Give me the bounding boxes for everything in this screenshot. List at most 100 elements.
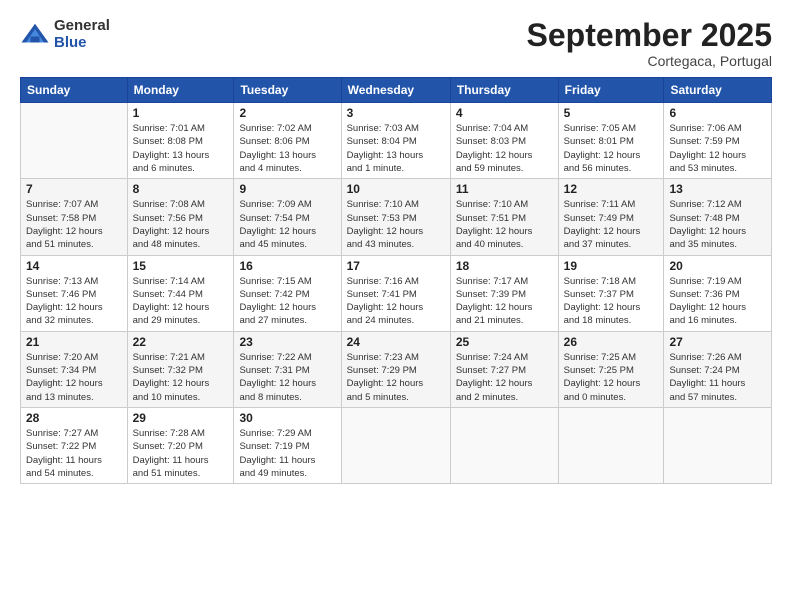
table-row: 22 Sunrise: 7:21 AMSunset: 7:32 PMDayligh… xyxy=(127,331,234,407)
table-row xyxy=(450,407,558,483)
table-row: 12 Sunrise: 7:11 AMSunset: 7:49 PMDayligh… xyxy=(558,179,664,255)
day-info: Sunrise: 7:02 AMSunset: 8:06 PMDaylight:… xyxy=(239,122,335,175)
day-number: 12 xyxy=(564,182,659,196)
day-number: 21 xyxy=(26,335,122,349)
day-info: Sunrise: 7:15 AMSunset: 7:42 PMDaylight:… xyxy=(239,275,335,328)
day-number: 3 xyxy=(347,106,445,120)
logo-icon xyxy=(20,20,50,50)
table-row: 8 Sunrise: 7:08 AMSunset: 7:56 PMDaylight… xyxy=(127,179,234,255)
day-info: Sunrise: 7:10 AMSunset: 7:51 PMDaylight:… xyxy=(456,198,553,251)
col-sunday: Sunday xyxy=(21,78,128,103)
day-info: Sunrise: 7:29 AMSunset: 7:19 PMDaylight:… xyxy=(239,427,335,480)
col-saturday: Saturday xyxy=(664,78,772,103)
table-row: 6 Sunrise: 7:06 AMSunset: 7:59 PMDaylight… xyxy=(664,103,772,179)
logo: General Blue xyxy=(20,18,110,51)
day-number: 8 xyxy=(133,182,229,196)
subtitle: Cortegaca, Portugal xyxy=(527,53,772,69)
day-number: 7 xyxy=(26,182,122,196)
col-monday: Monday xyxy=(127,78,234,103)
day-info: Sunrise: 7:26 AMSunset: 7:24 PMDaylight:… xyxy=(669,351,766,404)
calendar-week-row: 14Sunrise: 7:13 AMSunset: 7:46 PMDayligh… xyxy=(21,255,772,331)
month-title: September 2025 xyxy=(527,18,772,53)
table-row: 27 Sunrise: 7:26 AMSunset: 7:24 PMDayligh… xyxy=(664,331,772,407)
day-number: 29 xyxy=(133,411,229,425)
day-number: 14 xyxy=(26,259,122,273)
day-info: Sunrise: 7:23 AMSunset: 7:29 PMDaylight:… xyxy=(347,351,445,404)
table-row: 10Sunrise: 7:10 AMSunset: 7:53 PMDayligh… xyxy=(341,179,450,255)
day-info: Sunrise: 7:09 AMSunset: 7:54 PMDaylight:… xyxy=(239,198,335,251)
day-info: Sunrise: 7:17 AMSunset: 7:39 PMDaylight:… xyxy=(456,275,553,328)
day-info: Sunrise: 7:27 AMSunset: 7:22 PMDaylight:… xyxy=(26,427,122,480)
table-row: 26Sunrise: 7:25 AMSunset: 7:25 PMDayligh… xyxy=(558,331,664,407)
table-row: 15Sunrise: 7:14 AMSunset: 7:44 PMDayligh… xyxy=(127,255,234,331)
table-row: 1Sunrise: 7:01 AMSunset: 8:08 PMDaylight… xyxy=(127,103,234,179)
day-info: Sunrise: 7:19 AMSunset: 7:36 PMDaylight:… xyxy=(669,275,766,328)
day-info: Sunrise: 7:25 AMSunset: 7:25 PMDaylight:… xyxy=(564,351,659,404)
day-number: 22 xyxy=(133,335,229,349)
day-number: 18 xyxy=(456,259,553,273)
table-row: 25 Sunrise: 7:24 AMSunset: 7:27 PMDayligh… xyxy=(450,331,558,407)
table-row: 14Sunrise: 7:13 AMSunset: 7:46 PMDayligh… xyxy=(21,255,128,331)
day-info: Sunrise: 7:05 AMSunset: 8:01 PMDaylight:… xyxy=(564,122,659,175)
day-number: 6 xyxy=(669,106,766,120)
day-info: Sunrise: 7:16 AMSunset: 7:41 PMDaylight:… xyxy=(347,275,445,328)
calendar-week-row: 21 Sunrise: 7:20 AMSunset: 7:34 PMDayligh… xyxy=(21,331,772,407)
table-row: 29 Sunrise: 7:28 AMSunset: 7:20 PMDayligh… xyxy=(127,407,234,483)
day-number: 19 xyxy=(564,259,659,273)
col-tuesday: Tuesday xyxy=(234,78,341,103)
day-info: Sunrise: 7:03 AMSunset: 8:04 PMDaylight:… xyxy=(347,122,445,175)
col-friday: Friday xyxy=(558,78,664,103)
day-info: Sunrise: 7:24 AMSunset: 7:27 PMDaylight:… xyxy=(456,351,553,404)
table-row: 5 Sunrise: 7:05 AMSunset: 8:01 PMDaylight… xyxy=(558,103,664,179)
day-info: Sunrise: 7:28 AMSunset: 7:20 PMDaylight:… xyxy=(133,427,229,480)
col-thursday: Thursday xyxy=(450,78,558,103)
table-row: 13Sunrise: 7:12 AMSunset: 7:48 PMDayligh… xyxy=(664,179,772,255)
table-row: 9 Sunrise: 7:09 AMSunset: 7:54 PMDaylight… xyxy=(234,179,341,255)
logo-text: General Blue xyxy=(54,18,110,51)
day-info: Sunrise: 7:21 AMSunset: 7:32 PMDaylight:… xyxy=(133,351,229,404)
day-number: 20 xyxy=(669,259,766,273)
table-row: 18 Sunrise: 7:17 AMSunset: 7:39 PMDayligh… xyxy=(450,255,558,331)
day-info: Sunrise: 7:07 AMSunset: 7:58 PMDaylight:… xyxy=(26,198,122,251)
page: General Blue September 2025 Cortegaca, P… xyxy=(0,0,792,612)
day-number: 11 xyxy=(456,182,553,196)
day-number: 25 xyxy=(456,335,553,349)
day-number: 13 xyxy=(669,182,766,196)
table-row: 23Sunrise: 7:22 AMSunset: 7:31 PMDayligh… xyxy=(234,331,341,407)
day-number: 24 xyxy=(347,335,445,349)
day-number: 15 xyxy=(133,259,229,273)
table-row: 4 Sunrise: 7:04 AMSunset: 8:03 PMDaylight… xyxy=(450,103,558,179)
table-row: 11 Sunrise: 7:10 AMSunset: 7:51 PMDayligh… xyxy=(450,179,558,255)
day-info: Sunrise: 7:06 AMSunset: 7:59 PMDaylight:… xyxy=(669,122,766,175)
day-info: Sunrise: 7:01 AMSunset: 8:08 PMDaylight:… xyxy=(133,122,229,175)
day-number: 16 xyxy=(239,259,335,273)
table-row: 17 Sunrise: 7:16 AMSunset: 7:41 PMDayligh… xyxy=(341,255,450,331)
table-row xyxy=(664,407,772,483)
day-info: Sunrise: 7:11 AMSunset: 7:49 PMDaylight:… xyxy=(564,198,659,251)
day-info: Sunrise: 7:04 AMSunset: 8:03 PMDaylight:… xyxy=(456,122,553,175)
day-info: Sunrise: 7:08 AMSunset: 7:56 PMDaylight:… xyxy=(133,198,229,251)
day-number: 10 xyxy=(347,182,445,196)
calendar-header-row: Sunday Monday Tuesday Wednesday Thursday… xyxy=(21,78,772,103)
calendar-week-row: 28 Sunrise: 7:27 AMSunset: 7:22 PMDayligh… xyxy=(21,407,772,483)
day-info: Sunrise: 7:22 AMSunset: 7:31 PMDaylight:… xyxy=(239,351,335,404)
day-number: 27 xyxy=(669,335,766,349)
table-row: 16 Sunrise: 7:15 AMSunset: 7:42 PMDayligh… xyxy=(234,255,341,331)
day-number: 5 xyxy=(564,106,659,120)
table-row xyxy=(341,407,450,483)
table-row: 19Sunrise: 7:18 AMSunset: 7:37 PMDayligh… xyxy=(558,255,664,331)
table-row: 20 Sunrise: 7:19 AMSunset: 7:36 PMDayligh… xyxy=(664,255,772,331)
table-row xyxy=(558,407,664,483)
logo-blue: Blue xyxy=(54,35,110,52)
title-block: September 2025 Cortegaca, Portugal xyxy=(527,18,772,69)
day-number: 30 xyxy=(239,411,335,425)
day-number: 17 xyxy=(347,259,445,273)
table-row: 24 Sunrise: 7:23 AMSunset: 7:29 PMDayligh… xyxy=(341,331,450,407)
table-row: 3 Sunrise: 7:03 AMSunset: 8:04 PMDaylight… xyxy=(341,103,450,179)
calendar-week-row: 1Sunrise: 7:01 AMSunset: 8:08 PMDaylight… xyxy=(21,103,772,179)
day-number: 9 xyxy=(239,182,335,196)
table-row: 2Sunrise: 7:02 AMSunset: 8:06 PMDaylight… xyxy=(234,103,341,179)
day-number: 4 xyxy=(456,106,553,120)
day-number: 28 xyxy=(26,411,122,425)
day-info: Sunrise: 7:20 AMSunset: 7:34 PMDaylight:… xyxy=(26,351,122,404)
